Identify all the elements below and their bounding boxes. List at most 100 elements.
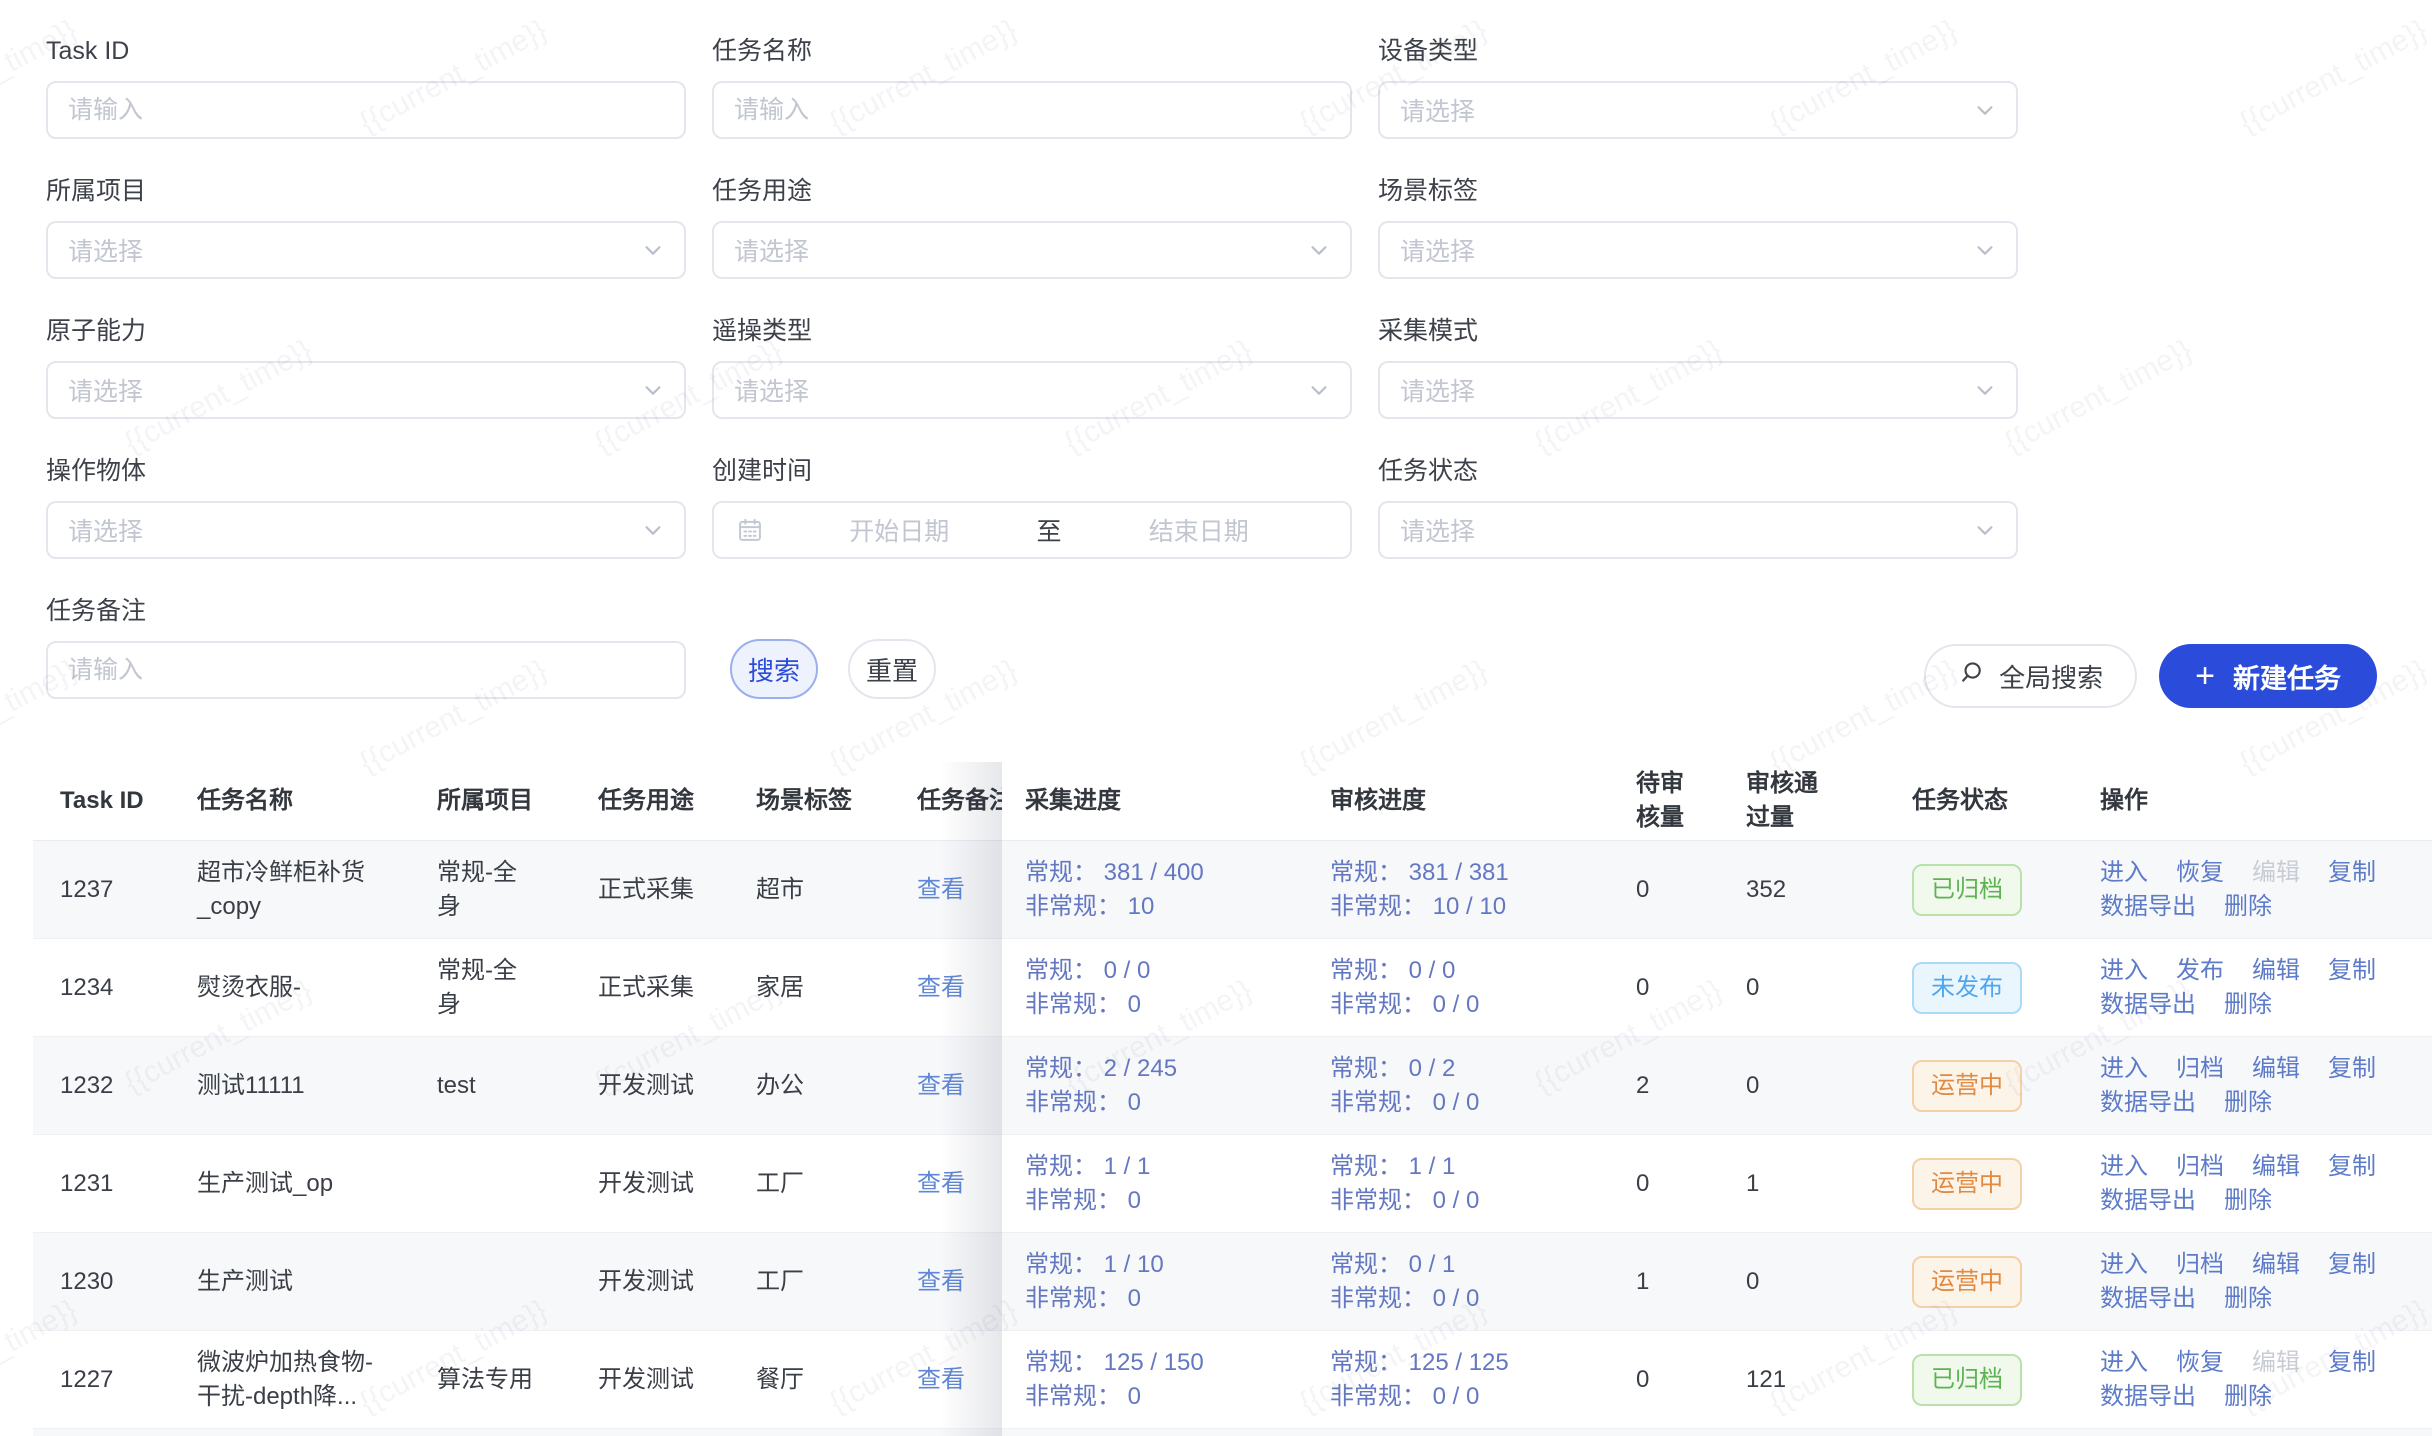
review-progress-cell[interactable]: 常规： 0 / 1 非常规： 0 / 0 — [1330, 1248, 1636, 1316]
action-link[interactable]: 数据导出 — [2100, 1282, 2196, 1316]
remark-input[interactable] — [68, 656, 664, 685]
action-link[interactable]: 删除 — [2224, 1380, 2272, 1414]
search-button[interactable]: 搜索 — [730, 639, 818, 699]
filter-field-task-status: 任务状态 请选择 — [1378, 456, 2018, 559]
status-cell: 已归档 — [1912, 1354, 2100, 1406]
action-link[interactable]: 删除 — [2224, 1086, 2272, 1120]
collect-progress-cell[interactable]: 常规： 2 / 245 非常规： 0 — [1025, 1052, 1330, 1120]
filter-field-atomic-ability: 原子能力 请选择 — [46, 316, 686, 419]
start-date-placeholder[interactable]: 开始日期 — [770, 512, 1029, 548]
action-link[interactable]: 恢复 — [2176, 856, 2224, 890]
field-label: 创建时间 — [712, 456, 1352, 486]
action-link[interactable]: 删除 — [2224, 890, 2272, 924]
action-link[interactable]: 编辑 — [2252, 1052, 2300, 1086]
select-placeholder: 请选择 — [1400, 372, 1974, 408]
remark-view-link[interactable]: 查看 — [917, 1366, 965, 1393]
operations-cell: 进入发布编辑复制数据导出删除 — [2100, 954, 2432, 1022]
filter-field-collect-mode: 采集模式 请选择 — [1378, 316, 2018, 419]
action-link[interactable]: 进入 — [2100, 1150, 2148, 1184]
chevron-down-icon — [642, 239, 664, 261]
task-id-input[interactable] — [68, 96, 664, 125]
action-link[interactable]: 复制 — [2328, 1150, 2376, 1184]
action-link[interactable]: 删除 — [2224, 988, 2272, 1022]
collect-progress-cell[interactable]: 常规： 1 / 10 非常规： 0 — [1025, 1248, 1330, 1316]
chevron-down-icon — [642, 519, 664, 541]
collect-progress-cell[interactable]: 常规： 125 / 150 非常规： 0 — [1025, 1346, 1330, 1414]
remark-view-link[interactable]: 查看 — [917, 1072, 965, 1099]
field-label: 原子能力 — [46, 316, 686, 346]
passed-count-cell: 121 — [1746, 1363, 1912, 1397]
task-name-input[interactable] — [734, 96, 1330, 125]
object-select[interactable]: 请选择 — [46, 501, 686, 559]
action-link[interactable]: 归档 — [2176, 1248, 2224, 1282]
action-link[interactable]: 复制 — [2328, 1248, 2376, 1282]
action-link[interactable]: 进入 — [2100, 954, 2148, 988]
table-header-right: 采集进度 审核进度 待审 核量 审核通 过量 任务状态 操作 — [1002, 762, 2432, 841]
action-link[interactable]: 发布 — [2176, 954, 2224, 988]
purpose-select[interactable]: 请选择 — [712, 221, 1352, 279]
action-link[interactable]: 归档 — [2176, 1052, 2224, 1086]
table-row: 1227微波炉加热食物- 干扰-depth降...算法专用开发测试餐厅查看 — [33, 1331, 1002, 1429]
reset-button[interactable]: 重置 — [848, 639, 936, 699]
remark-view-link[interactable]: 查看 — [917, 1170, 965, 1197]
review-progress-cell[interactable]: 常规： 1 / 1 非常规： 0 / 0 — [1330, 1150, 1636, 1218]
task-name-cell: 熨烫衣服- — [197, 971, 437, 1005]
action-link[interactable]: 复制 — [2328, 1052, 2376, 1086]
action-link[interactable]: 复制 — [2328, 954, 2376, 988]
global-search-button[interactable]: 全局搜索 — [1924, 644, 2137, 708]
action-link[interactable]: 恢复 — [2176, 1346, 2224, 1380]
action-link[interactable]: 进入 — [2100, 1052, 2148, 1086]
collect-mode-select[interactable]: 请选择 — [1378, 361, 2018, 419]
action-links-line: 进入发布编辑复制 — [2100, 954, 2418, 988]
action-link[interactable]: 数据导出 — [2100, 890, 2196, 924]
remark-view-link[interactable]: 查看 — [917, 876, 965, 903]
action-links-line: 进入归档编辑复制 — [2100, 1150, 2418, 1184]
action-link[interactable]: 进入 — [2100, 856, 2148, 890]
atomic-ability-select[interactable]: 请选择 — [46, 361, 686, 419]
collect-progress-cell[interactable]: 常规： 381 / 400 非常规： 10 — [1025, 856, 1330, 924]
task-status-select[interactable]: 请选择 — [1378, 501, 2018, 559]
review-progress-cell[interactable]: 常规： 381 / 381 非常规： 10 / 10 — [1330, 856, 1636, 924]
action-link: 编辑 — [2252, 856, 2300, 890]
create-time-range-picker[interactable]: 开始日期 至 结束日期 — [712, 501, 1352, 559]
action-link[interactable]: 删除 — [2224, 1184, 2272, 1218]
remark-input-wrap — [46, 641, 686, 699]
remark-view-link[interactable]: 查看 — [917, 1268, 965, 1295]
action-link[interactable]: 进入 — [2100, 1248, 2148, 1282]
action-link[interactable]: 进入 — [2100, 1346, 2148, 1380]
review-progress-cell[interactable]: 常规： 125 / 125 非常规： 0 / 0 — [1330, 1346, 1636, 1414]
task-id-input-wrap — [46, 81, 686, 139]
status-cell: 运营中 — [1912, 1256, 2100, 1308]
action-link[interactable]: 编辑 — [2252, 1150, 2300, 1184]
action-link[interactable]: 编辑 — [2252, 954, 2300, 988]
col-review-progress: 审核进度 — [1330, 784, 1636, 818]
project-select[interactable]: 请选择 — [46, 221, 686, 279]
action-link[interactable]: 数据导出 — [2100, 988, 2196, 1022]
field-label: 设备类型 — [1378, 36, 2018, 66]
review-progress-cell[interactable]: 常规： 0 / 2 非常规： 0 / 0 — [1330, 1052, 1636, 1120]
action-link[interactable]: 编辑 — [2252, 1248, 2300, 1282]
collect-progress-cell[interactable]: 常规： 1 / 1 非常规： 0 — [1025, 1150, 1330, 1218]
end-date-placeholder[interactable]: 结束日期 — [1070, 512, 1329, 548]
table-left-body: 1237超市冷鲜柜补货 _copy常规-全 身正式采集超市查看1234熨烫衣服-… — [33, 841, 1002, 1436]
action-link[interactable]: 复制 — [2328, 1346, 2376, 1380]
filter-field-teleop-type: 遥操类型 请选择 — [712, 316, 1352, 419]
select-placeholder: 请选择 — [68, 372, 642, 408]
action-link[interactable]: 删除 — [2224, 1282, 2272, 1316]
select-placeholder: 请选择 — [734, 372, 1308, 408]
teleop-type-select[interactable]: 请选择 — [712, 361, 1352, 419]
col-collect-progress: 采集进度 — [1025, 784, 1330, 818]
device-type-select[interactable]: 请选择 — [1378, 81, 2018, 139]
collect-progress-cell[interactable]: 常规： 0 / 0 非常规： 0 — [1025, 954, 1330, 1022]
action-link[interactable]: 归档 — [2176, 1150, 2224, 1184]
action-link[interactable]: 数据导出 — [2100, 1086, 2196, 1120]
remark-view-link[interactable]: 查看 — [917, 974, 965, 1001]
action-link[interactable]: 数据导出 — [2100, 1380, 2196, 1414]
review-progress-cell[interactable]: 常规： 0 / 0 非常规： 0 / 0 — [1330, 954, 1636, 1022]
action-link[interactable]: 数据导出 — [2100, 1184, 2196, 1218]
status-badge: 未发布 — [1912, 962, 2022, 1014]
action-link[interactable]: 复制 — [2328, 856, 2376, 890]
scene-tag-select[interactable]: 请选择 — [1378, 221, 2018, 279]
create-task-button[interactable]: + 新建任务 — [2159, 644, 2377, 708]
toolbar: 全局搜索 + 新建任务 — [1924, 644, 2377, 708]
